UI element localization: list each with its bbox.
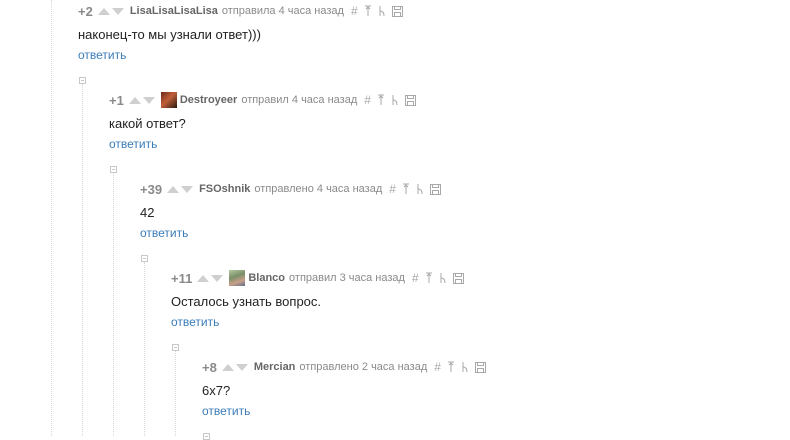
comment: +2 LisaLisaLisaLisa отправила 4 часа наз… — [78, 0, 409, 63]
comment-rating: +39 — [140, 181, 163, 197]
comment-timestamp[interactable]: 4 часа назад — [279, 5, 344, 17]
avatar[interactable] — [229, 270, 246, 286]
comment-author[interactable]: FSOshnik — [199, 183, 250, 195]
comment-header: +8 Mercian отправлено 2 часа назад # — [202, 356, 492, 378]
comment: +1 Destroyeer отправил 4 часа назад # ка… — [109, 89, 422, 152]
hash-icon[interactable]: # — [412, 272, 419, 284]
comment-rating: +1 — [109, 92, 124, 108]
parent-arrow-icon[interactable] — [425, 272, 433, 284]
comment: +8 Mercian отправлено 2 часа назад # 6x7… — [202, 356, 492, 419]
branch-icon[interactable] — [439, 272, 447, 284]
collapse-toggle[interactable] — [172, 344, 179, 351]
comment-text: какой ответ? — [109, 116, 186, 131]
parent-arrow-icon[interactable] — [364, 5, 372, 17]
reply-link[interactable]: ответить — [109, 136, 422, 152]
comment-time: отправил 4 часа назад — [241, 94, 357, 106]
save-icon[interactable] — [391, 5, 403, 17]
collapse-toggle[interactable] — [141, 255, 148, 262]
collapse-toggle[interactable] — [110, 166, 117, 173]
comment-timestamp[interactable]: 3 часа назад — [340, 272, 405, 284]
comment-author[interactable]: Mercian — [254, 361, 296, 373]
branch-icon[interactable] — [391, 94, 399, 106]
thread-line — [175, 351, 176, 436]
comment-timestamp[interactable]: 2 часа назад — [362, 361, 427, 373]
comment-timestamp[interactable]: 4 часа назад — [317, 183, 382, 195]
comment-verb: отправила — [221, 5, 276, 17]
comment: +11 Blanco отправил 3 часа назад # Остал… — [171, 267, 470, 330]
comment-time: отправлено 2 часа назад — [299, 361, 427, 373]
parent-arrow-icon[interactable] — [377, 94, 385, 106]
save-icon[interactable] — [429, 183, 441, 195]
save-icon[interactable] — [452, 272, 464, 284]
comment-text: 6x7? — [202, 383, 231, 398]
comment-verb: отправлено — [299, 361, 359, 373]
vote-up-icon[interactable] — [221, 363, 234, 371]
vote-down-icon[interactable] — [111, 7, 124, 15]
reply-link[interactable]: ответить — [171, 314, 470, 330]
comment-header: +11 Blanco отправил 3 часа назад # — [171, 267, 470, 289]
branch-icon[interactable] — [416, 183, 424, 195]
avatar[interactable] — [160, 92, 177, 108]
vote-up-icon[interactable] — [197, 274, 210, 282]
vote-up-icon[interactable] — [167, 185, 180, 193]
comment-header: +1 Destroyeer отправил 4 часа назад # — [109, 89, 422, 111]
thread-line — [113, 173, 114, 436]
vote-up-icon[interactable] — [128, 96, 141, 104]
comment-rating: +2 — [78, 3, 93, 19]
hash-icon[interactable]: # — [434, 361, 441, 373]
comment-rating: +8 — [202, 359, 217, 375]
comment-timestamp[interactable]: 4 часа назад — [292, 94, 357, 106]
comment-text: Осталось узнать вопрос. — [171, 294, 322, 309]
collapse-toggle[interactable] — [203, 433, 210, 440]
comment-text: наконец-то мы узнали ответ))) — [78, 27, 261, 42]
comment-rating: +11 — [171, 270, 193, 286]
parent-arrow-icon[interactable] — [447, 361, 455, 373]
comment-time: отправила 4 часа назад — [222, 5, 344, 17]
comment-verb: отправил — [241, 94, 289, 106]
branch-icon[interactable] — [461, 361, 469, 373]
comment-author[interactable]: LisaLisaLisaLisa — [130, 5, 218, 17]
vote-down-icon[interactable] — [142, 96, 155, 104]
vote-up-icon[interactable] — [97, 7, 110, 15]
thread-line — [51, 0, 52, 436]
branch-icon[interactable] — [378, 5, 386, 17]
thread-line — [82, 84, 83, 436]
reply-link[interactable]: ответить — [140, 225, 447, 241]
hash-icon[interactable]: # — [351, 5, 358, 17]
collapse-toggle[interactable] — [79, 77, 86, 84]
comment-text: 42 — [140, 205, 155, 220]
reply-link[interactable]: ответить — [78, 47, 409, 63]
vote-down-icon[interactable] — [181, 185, 194, 193]
thread-line — [144, 262, 145, 436]
parent-arrow-icon[interactable] — [402, 183, 410, 195]
comment: +39 FSOshnik отправлено 4 часа назад # 4… — [140, 178, 447, 241]
comment-author[interactable]: Blanco — [248, 272, 285, 284]
comment-verb: отправил — [289, 272, 337, 284]
comment-verb: отправлено — [254, 183, 314, 195]
comment-header: +2 LisaLisaLisaLisa отправила 4 часа наз… — [78, 0, 409, 22]
comment-time: отправил 3 часа назад — [289, 272, 405, 284]
vote-down-icon[interactable] — [235, 363, 248, 371]
hash-icon[interactable]: # — [389, 183, 396, 195]
save-icon[interactable] — [404, 94, 416, 106]
hash-icon[interactable]: # — [364, 94, 371, 106]
comment-author[interactable]: Destroyeer — [180, 94, 237, 106]
reply-link[interactable]: ответить — [202, 403, 492, 419]
comment-time: отправлено 4 часа назад — [254, 183, 382, 195]
save-icon[interactable] — [474, 361, 486, 373]
comment-header: +39 FSOshnik отправлено 4 часа назад # — [140, 178, 447, 200]
vote-down-icon[interactable] — [211, 274, 224, 282]
